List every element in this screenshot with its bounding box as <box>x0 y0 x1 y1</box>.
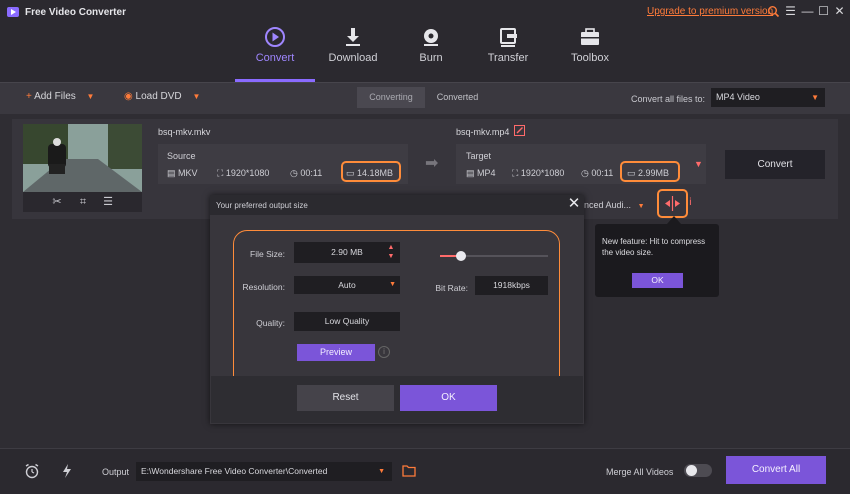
file-size-label: File Size: <box>250 249 285 259</box>
clock-icon: ◷ <box>290 168 298 178</box>
video-thumbnail[interactable] <box>23 124 142 192</box>
source-resolution: ⛶ 1920*1080 <box>217 168 270 178</box>
minimize-icon[interactable]: — <box>801 5 814 18</box>
resolution-label: Resolution: <box>242 282 285 292</box>
target-label: Target <box>466 151 492 161</box>
clock-icon: ◷ <box>581 168 589 178</box>
upgrade-link[interactable]: Upgrade to premium version <box>647 6 773 17</box>
dialog-close-icon[interactable]: ✕ <box>567 196 581 212</box>
audio-track-select[interactable]: nced Audi... ▼ <box>584 197 656 213</box>
source-label: Source <box>167 151 196 161</box>
film-icon: ▤ <box>466 168 475 178</box>
tooltip-text: New feature: Hit to compress the video s… <box>602 237 706 257</box>
target-size: ▭ 2.99MB <box>627 168 670 178</box>
alarm-clock-icon[interactable] <box>24 463 40 479</box>
resolution-select[interactable]: Auto ▼ <box>294 276 400 294</box>
chevron-down-icon: ▼ <box>811 93 819 102</box>
tab-download[interactable]: Download <box>318 24 388 82</box>
merge-all-label: Merge All Videos <box>606 467 674 477</box>
source-file-name: bsq-mkv.mkv <box>158 127 211 137</box>
reset-button[interactable]: Reset <box>297 385 394 411</box>
resolution-icon: ⛶ <box>512 168 519 178</box>
output-path-select[interactable]: E:\Wondershare Free Video Converter\Conv… <box>136 462 392 481</box>
open-folder-icon[interactable] <box>402 464 416 477</box>
menu-icon[interactable]: ☰ <box>784 5 797 18</box>
merge-toggle-knob <box>686 465 697 476</box>
source-size: ▭ 14.18MB <box>346 168 394 178</box>
add-files-button[interactable]: + Add Files ▼ <box>26 91 94 102</box>
chevron-down-icon: ▼ <box>637 203 645 210</box>
chevron-down-icon[interactable]: ▼ <box>87 92 95 101</box>
folder-icon: ▭ <box>627 168 636 178</box>
output-format-select[interactable]: MP4 Video ▼ <box>711 88 825 107</box>
compress-button[interactable] <box>657 189 688 218</box>
quality-label: Quality: <box>256 318 285 328</box>
chevron-down-icon: ▼ <box>378 468 385 475</box>
convert-all-to-label: Convert all files to: <box>631 94 706 104</box>
effects-icon[interactable]: ☰ <box>102 196 114 208</box>
ok-button[interactable]: OK <box>400 385 497 411</box>
arrow-right-icon: ➡ <box>425 155 439 172</box>
app-logo-icon <box>6 5 20 19</box>
burn-icon <box>420 26 442 48</box>
chevron-down-icon[interactable]: ▼ <box>192 92 200 101</box>
tab-burn[interactable]: Burn <box>396 24 466 82</box>
crop-icon[interactable]: ⌗ <box>77 196 89 208</box>
load-dvd-button[interactable]: ◉ Load DVD ▼ <box>124 91 200 102</box>
bitrate-field[interactable]: 1918kbps <box>475 276 548 295</box>
source-duration: ◷ 00:11 <box>290 168 323 178</box>
tooltip-ok-button[interactable]: OK <box>632 273 683 288</box>
resolution-icon: ⛶ <box>217 168 224 178</box>
target-settings-dropdown[interactable]: ▼ <box>694 159 703 169</box>
info-icon[interactable]: i <box>378 346 390 358</box>
lightning-icon[interactable] <box>61 463 73 479</box>
tab-transfer[interactable]: Transfer <box>473 24 543 82</box>
tab-convert[interactable]: Convert <box>240 24 310 82</box>
output-label: Output <box>102 467 130 477</box>
tab-toolbox[interactable]: Toolbox <box>555 24 625 82</box>
info-icon[interactable]: ⅰ <box>689 197 692 208</box>
chevron-down-icon: ▼ <box>389 281 396 288</box>
maximize-icon[interactable]: ☐ <box>817 5 830 18</box>
dvd-icon: ◉ <box>124 91 133 102</box>
edit-icon[interactable] <box>514 125 525 136</box>
tooltip-pointer <box>667 216 681 224</box>
toolbox-icon <box>579 26 601 48</box>
convert-icon <box>264 26 286 48</box>
target-duration: ◷ 00:11 <box>581 168 614 178</box>
size-slider-track[interactable] <box>460 255 548 257</box>
source-format: ▤ MKV <box>167 168 198 178</box>
quality-field[interactable]: Low Quality <box>294 312 400 331</box>
size-slider-thumb[interactable] <box>455 251 466 261</box>
download-icon <box>342 26 364 48</box>
trim-icon[interactable]: ✂ <box>51 196 63 208</box>
tab-converting[interactable]: Converting <box>357 87 425 108</box>
file-size-stepper[interactable]: ▲ ▼ <box>385 243 397 262</box>
target-file-name: bsq-mkv.mp4 <box>456 127 510 137</box>
preview-button[interactable]: Preview <box>297 344 375 361</box>
film-icon: ▤ <box>167 168 176 178</box>
plus-icon: + <box>26 91 32 102</box>
target-resolution: ⛶ 1920*1080 <box>512 168 565 178</box>
convert-button[interactable]: Convert <box>725 150 825 179</box>
search-icon[interactable] <box>767 5 780 18</box>
dialog-title: Your preferred output size <box>216 201 308 210</box>
target-format: ▤ MP4 <box>466 168 496 178</box>
convert-all-button[interactable]: Convert All <box>726 456 826 484</box>
folder-icon: ▭ <box>346 168 355 178</box>
tab-converted[interactable]: Converted <box>425 87 490 108</box>
bitrate-label: Bit Rate: <box>435 283 468 293</box>
dialog-footer <box>211 376 583 423</box>
close-icon[interactable]: ✕ <box>833 5 846 18</box>
transfer-icon <box>497 26 519 48</box>
app-title: Free Video Converter <box>25 7 126 18</box>
